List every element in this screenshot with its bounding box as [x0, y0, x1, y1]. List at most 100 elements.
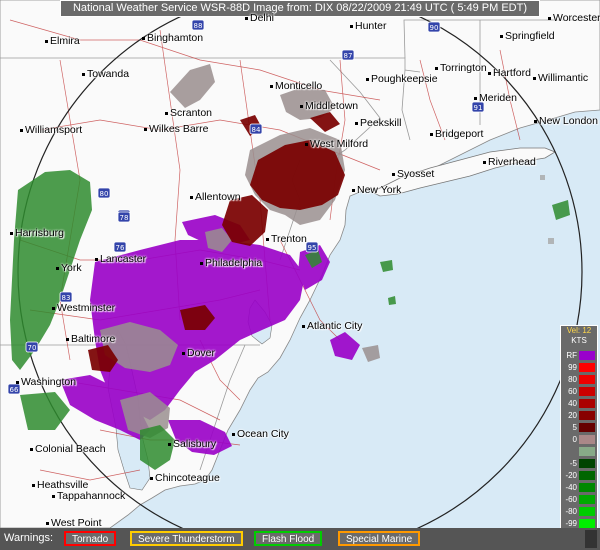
city-label: Philadelphia — [200, 257, 262, 269]
legend-row: -80 — [561, 506, 597, 517]
city-label: Syosset — [392, 168, 434, 180]
city-dot-icon — [20, 128, 23, 132]
city-dot-icon — [56, 266, 59, 270]
city-label: Scranton — [165, 107, 212, 119]
city-name: Colonial Beach — [35, 443, 106, 455]
city-name: Ocean City — [237, 428, 289, 440]
legend-row: RF — [561, 350, 597, 361]
city-dot-icon — [232, 432, 235, 436]
city-label: Peekskill — [355, 117, 401, 129]
city-label: Meriden — [474, 92, 517, 104]
legend-label: -5 — [569, 459, 577, 468]
city-name: Scranton — [170, 107, 213, 119]
city-label: Tappahannock — [52, 490, 125, 502]
city-label: Williamsport — [20, 124, 82, 136]
city-label: Towanda — [82, 68, 129, 80]
legend-swatch — [579, 435, 595, 444]
shield-number: 70 — [28, 344, 37, 352]
legend-label: 80 — [568, 375, 577, 384]
shield-number: 90 — [430, 24, 439, 32]
city-dot-icon — [548, 16, 551, 20]
city-label: York — [56, 262, 82, 274]
city-label: Springfield — [500, 30, 555, 42]
city-name: Peekskill — [360, 117, 402, 129]
city-dot-icon — [534, 119, 537, 123]
city-dot-icon — [82, 72, 85, 76]
city-name: Williamsport — [25, 124, 83, 136]
city-dot-icon — [182, 351, 185, 355]
interstate-shield-icon: 87 — [341, 49, 355, 61]
city-label: Harrisburg — [10, 227, 64, 239]
city-name: Towanda — [87, 68, 130, 80]
shield-number: 95 — [308, 244, 317, 252]
legend-row: 60 — [561, 386, 597, 397]
city-dot-icon — [352, 188, 355, 192]
legend-label: 99 — [568, 363, 577, 372]
legend-swatch — [579, 423, 595, 432]
interstate-shield-icon: 88 — [191, 19, 205, 31]
city-name: Westminster — [57, 302, 116, 314]
city-name: Torrington — [440, 62, 487, 74]
city-name: York — [61, 262, 82, 274]
city-dot-icon — [32, 483, 35, 487]
city-label: Lancaster — [95, 253, 146, 265]
city-dot-icon — [144, 127, 147, 131]
city-name: Delhi — [250, 12, 274, 24]
warning-severe-thunderstorm[interactable]: Severe Thunderstorm — [130, 531, 243, 546]
warning-special-marine[interactable]: Special Marine — [338, 531, 421, 546]
city-dot-icon — [245, 16, 248, 20]
legend-label: 5 — [572, 423, 577, 432]
city-dot-icon — [52, 494, 55, 498]
city-name: Baltimore — [71, 333, 116, 345]
city-name: Lancaster — [100, 253, 147, 265]
city-name: Binghamton — [147, 32, 204, 44]
city-dot-icon — [533, 76, 536, 80]
city-label: Washington — [16, 376, 76, 388]
city-name: New London — [539, 115, 598, 127]
legend-swatch — [579, 495, 595, 504]
city-name: Salisbury — [173, 438, 217, 450]
shield-number: 83 — [62, 294, 71, 302]
city-dot-icon — [270, 84, 273, 88]
legend-row — [561, 446, 597, 457]
city-label: Riverhead — [483, 156, 536, 168]
legend-label: -80 — [565, 507, 577, 516]
city-label: West Milford — [305, 138, 368, 150]
legend-row: -40 — [561, 482, 597, 493]
radar-stage: 88879084808178769583706691 National Weat… — [0, 0, 600, 550]
city-label: Hartford — [488, 67, 531, 79]
city-name: Chincoteague — [155, 472, 220, 484]
warnings-bar: Warnings: Tornado Severe Thunderstorm Flas… — [0, 528, 600, 550]
city-dot-icon — [66, 337, 69, 341]
legend-swatch — [579, 411, 595, 420]
legend-swatch — [579, 483, 595, 492]
city-label: Allentown — [190, 191, 241, 203]
interstate-shield-icon: 78 — [117, 211, 131, 223]
city-dot-icon — [190, 195, 193, 199]
legend-label: -40 — [565, 483, 577, 492]
city-dot-icon — [46, 521, 49, 525]
legend-swatch — [579, 519, 595, 528]
city-label: Poughkeepsie — [366, 73, 438, 85]
city-label: Wilkes Barre — [144, 123, 209, 135]
city-label: Middletown — [300, 100, 358, 112]
shield-number: 91 — [474, 104, 483, 112]
interstate-shield-icon: 83 — [59, 291, 73, 303]
legend-row: -5 — [561, 458, 597, 469]
city-label: Torrington — [435, 62, 487, 74]
warning-flash-flood[interactable]: Flash Flood — [254, 531, 323, 546]
city-label: Dover — [182, 347, 215, 359]
city-dot-icon — [430, 132, 433, 136]
city-label: Colonial Beach — [30, 443, 106, 455]
city-name: New York — [357, 184, 402, 196]
city-label: Bridgeport — [430, 128, 483, 140]
city-dot-icon — [142, 36, 145, 40]
interstate-shield-icon: 80 — [97, 187, 111, 199]
legend-label: 0 — [572, 435, 577, 444]
city-name: Washington — [21, 376, 77, 388]
legend-label: -60 — [565, 495, 577, 504]
warning-tornado[interactable]: Tornado — [64, 531, 117, 546]
city-name: Trenton — [271, 233, 307, 245]
city-dot-icon — [45, 39, 48, 43]
city-name: Monticello — [275, 80, 323, 92]
